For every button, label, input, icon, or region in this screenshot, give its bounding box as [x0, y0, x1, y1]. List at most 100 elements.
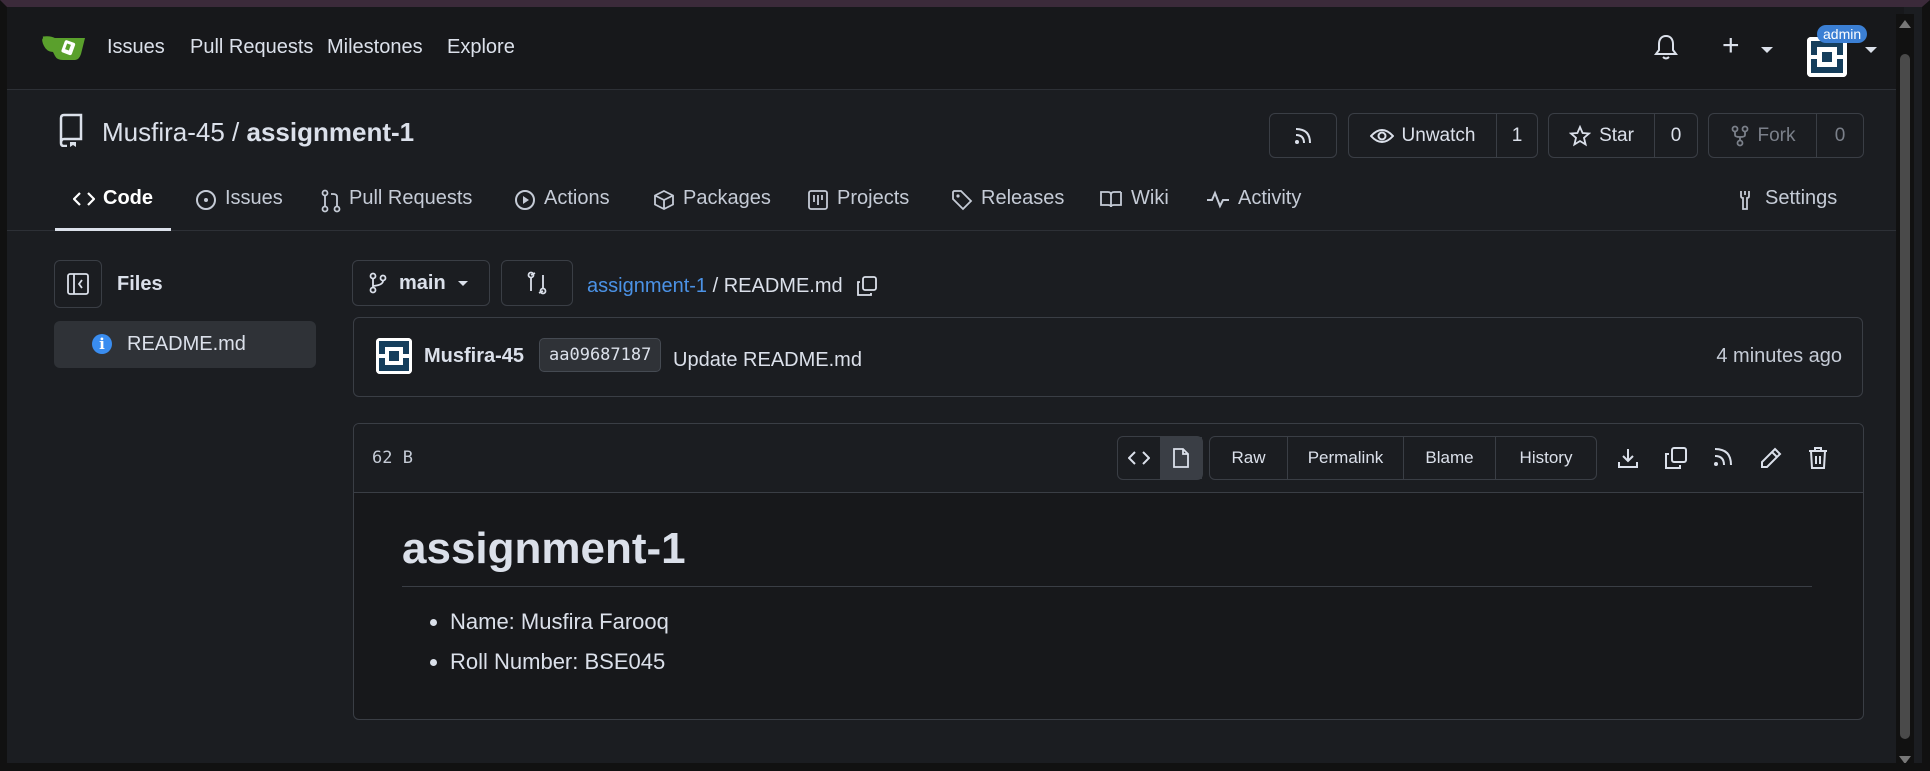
tab-packages-label: Packages	[683, 187, 771, 209]
nav-explore[interactable]: Explore	[447, 36, 515, 59]
files-title: Files	[117, 273, 163, 295]
file-icon	[1173, 448, 1189, 468]
rendered-view-button[interactable]	[1160, 437, 1202, 479]
list-item: Roll Number: BSE045	[450, 649, 1812, 675]
file-size: 62 B	[372, 448, 413, 468]
tab-projects[interactable]: Projects	[807, 187, 909, 231]
commit-author-avatar[interactable]	[376, 338, 412, 374]
history-button[interactable]: History	[1496, 437, 1596, 479]
tab-activity[interactable]: Activity	[1206, 187, 1301, 231]
raw-button[interactable]: Raw	[1210, 437, 1288, 479]
tab-issues[interactable]: Issues	[195, 187, 283, 231]
blame-button[interactable]: Blame	[1404, 437, 1496, 479]
branch-selector[interactable]: main	[352, 260, 490, 306]
avatar[interactable]	[1807, 37, 1847, 77]
sidebar-toggle-button[interactable]	[54, 260, 102, 308]
tab-projects-label: Projects	[837, 187, 910, 209]
bell-icon[interactable]	[1653, 33, 1679, 61]
eye-icon	[1369, 128, 1394, 143]
browser-frame: Issues Pull Requests Milestones Explore …	[0, 0, 1930, 771]
project-icon	[808, 190, 828, 210]
unwatch-button-group: Unwatch 1	[1348, 113, 1538, 158]
repo-name-link[interactable]: assignment-1	[247, 117, 415, 147]
play-icon	[515, 190, 535, 210]
branch-name: main	[399, 271, 446, 294]
unwatch-button[interactable]: Unwatch	[1349, 114, 1497, 157]
breadcrumb-repo-link[interactable]: assignment-1	[587, 275, 707, 297]
tag-icon	[952, 190, 973, 211]
permalink-button[interactable]: Permalink	[1288, 437, 1404, 479]
readme-heading: assignment-1	[402, 524, 1812, 587]
nav-milestones[interactable]: Milestones	[327, 36, 423, 59]
branch-icon	[369, 272, 387, 294]
nav-pull-requests[interactable]: Pull Requests	[190, 36, 313, 59]
readme-list: Name: Musfira Farooq Roll Number: BSE045	[402, 609, 1812, 675]
commit-author[interactable]: Musfira-45	[424, 345, 524, 368]
tab-code-label: Code	[103, 187, 153, 209]
chevron-down-icon	[457, 280, 468, 286]
vertical-scrollbar[interactable]	[1896, 14, 1914, 763]
rss-icon[interactable]	[1712, 446, 1734, 468]
compare-icon	[527, 271, 547, 295]
copy-content-icon[interactable]	[1664, 446, 1688, 470]
gitea-logo-icon[interactable]	[41, 32, 87, 62]
repo-header: Musfira-45 / assignment-1 Unwatch 1 Star…	[7, 91, 1904, 231]
view-mode-toggle	[1117, 436, 1203, 480]
nav-issues[interactable]: Issues	[107, 36, 165, 59]
tab-packages[interactable]: Packages	[653, 187, 771, 231]
list-item: Name: Musfira Farooq	[450, 609, 1812, 635]
star-button[interactable]: Star	[1549, 114, 1655, 157]
forks-count[interactable]: 0	[1817, 114, 1863, 157]
repo-title: Musfira-45 / assignment-1	[102, 117, 414, 148]
breadcrumb-file: README.md	[723, 275, 843, 297]
rss-icon	[1295, 127, 1311, 144]
trash-icon[interactable]	[1807, 446, 1829, 470]
star-icon	[1569, 124, 1592, 146]
chevron-down-icon[interactable]	[1865, 47, 1877, 53]
file-view: 62 B Raw Permalink Blame History assignm…	[353, 423, 1864, 720]
breadcrumb-separator: /	[707, 275, 724, 297]
repo-title-separator: /	[224, 117, 247, 147]
fork-label: Fork	[1757, 124, 1796, 146]
star-label: Star	[1599, 124, 1634, 146]
source-view-button[interactable]	[1118, 437, 1160, 479]
edit-pencil-icon[interactable]	[1759, 446, 1783, 470]
fork-icon	[1731, 125, 1748, 146]
tab-wiki-label: Wiki	[1131, 187, 1169, 209]
repo-owner-link[interactable]: Musfira-45	[102, 117, 225, 147]
scroll-up-arrow-icon[interactable]	[1899, 20, 1911, 28]
tab-releases-label: Releases	[981, 187, 1065, 209]
tab-code[interactable]: Code	[55, 187, 171, 231]
tab-pull-requests[interactable]: Pull Requests	[321, 187, 472, 231]
chevron-down-icon[interactable]	[1761, 47, 1773, 53]
tab-actions[interactable]: Actions	[514, 187, 610, 231]
compare-button[interactable]	[501, 260, 573, 306]
scroll-down-arrow-icon[interactable]	[1899, 756, 1911, 763]
scrollbar-thumb[interactable]	[1900, 54, 1910, 739]
commit-message[interactable]: Update README.md	[673, 349, 862, 372]
tab-settings-label: Settings	[1765, 187, 1838, 209]
unwatch-label: Unwatch	[1401, 124, 1476, 146]
top-navbar: Issues Pull Requests Milestones Explore …	[7, 7, 1904, 90]
watchers-count[interactable]: 1	[1497, 114, 1537, 157]
plus-icon[interactable]: +	[1722, 29, 1740, 63]
copy-icon[interactable]	[856, 275, 878, 297]
tab-settings[interactable]: Settings	[1735, 187, 1837, 231]
repo-icon	[59, 113, 83, 147]
code-icon	[73, 192, 95, 206]
readme-content: assignment-1 Name: Musfira Farooq Roll N…	[402, 524, 1812, 689]
tab-releases[interactable]: Releases	[951, 187, 1064, 231]
rss-button[interactable]	[1269, 113, 1337, 158]
book-icon	[1100, 191, 1122, 208]
sidebar-collapse-icon	[67, 273, 89, 295]
issue-icon	[196, 190, 216, 210]
commit-sha-link[interactable]: aa09687187	[539, 338, 662, 372]
download-icon[interactable]	[1616, 446, 1640, 470]
tab-pull-requests-label: Pull Requests	[349, 187, 473, 209]
file-tree-item[interactable]: i README.md	[54, 321, 316, 368]
stars-count[interactable]: 0	[1655, 114, 1697, 157]
fork-button[interactable]: Fork	[1709, 114, 1817, 157]
package-icon	[654, 189, 674, 211]
tab-wiki[interactable]: Wiki	[1099, 187, 1169, 231]
tools-icon	[1740, 191, 1750, 210]
